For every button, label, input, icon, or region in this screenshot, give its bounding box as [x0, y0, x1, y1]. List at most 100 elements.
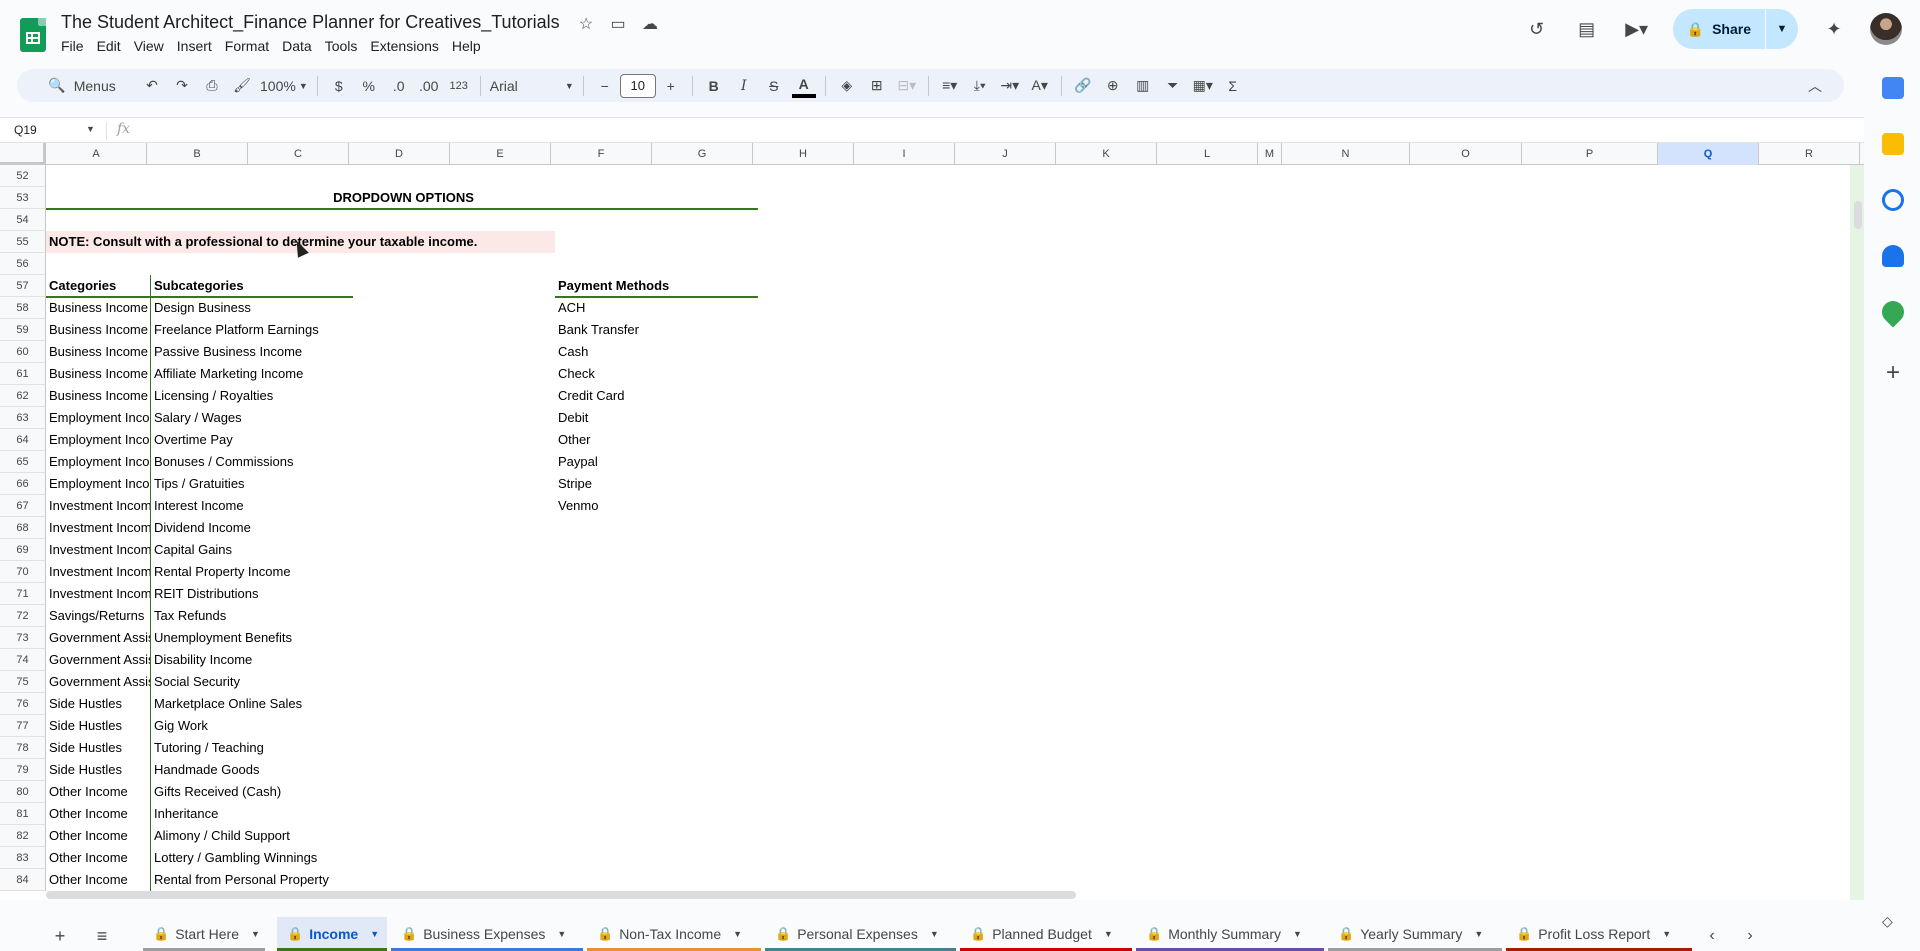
sheet-tab-yearly-summary[interactable]: 🔒 Yearly Summary ▼	[1328, 917, 1502, 951]
category-cell[interactable]: Business Income	[46, 297, 150, 319]
row-header-77[interactable]: 77	[0, 715, 46, 737]
subcategory-cell[interactable]: Licensing / Royalties	[151, 385, 451, 407]
category-cell[interactable]: Employment Income	[46, 473, 150, 495]
row-header-55[interactable]: 55	[0, 231, 46, 253]
payment-method-cell[interactable]: Other	[555, 429, 758, 451]
font-size-increase-button[interactable]: +	[659, 74, 683, 98]
column-header-a[interactable]: A	[46, 143, 147, 165]
select-all-corner[interactable]	[0, 143, 46, 165]
categories-header[interactable]: Categories	[46, 275, 147, 297]
sheet-tab-monthly-summary[interactable]: 🔒 Monthly Summary ▼	[1136, 917, 1324, 951]
category-cell[interactable]: Investment Income	[46, 561, 150, 583]
row-header-67[interactable]: 67	[0, 495, 46, 517]
row-header-74[interactable]: 74	[0, 649, 46, 671]
column-header-n[interactable]: N	[1282, 143, 1410, 165]
currency-format-button[interactable]: $	[327, 74, 351, 98]
row-header-68[interactable]: 68	[0, 517, 46, 539]
column-header-m[interactable]: M	[1258, 143, 1282, 165]
row-header-62[interactable]: 62	[0, 385, 46, 407]
sheet-tab-non-tax-income[interactable]: 🔒 Non-Tax Income ▼	[587, 917, 761, 951]
column-header-b[interactable]: B	[147, 143, 248, 165]
subcategory-cell[interactable]: Alimony / Child Support	[151, 825, 451, 847]
row-header-63[interactable]: 63	[0, 407, 46, 429]
payment-method-cell[interactable]: Cash	[555, 341, 758, 363]
document-title[interactable]: The Student Architect_Finance Planner fo…	[61, 12, 560, 33]
chevron-down-icon[interactable]: ▼	[930, 929, 939, 939]
category-cell[interactable]: Side Hustles	[46, 759, 150, 781]
horizontal-scrollbar[interactable]	[46, 891, 1076, 899]
row-header-60[interactable]: 60	[0, 341, 46, 363]
comments-icon[interactable]: ▤	[1573, 15, 1601, 43]
menu-insert[interactable]: Insert	[177, 37, 220, 55]
column-header-q[interactable]: Q	[1658, 143, 1759, 165]
column-header-p[interactable]: P	[1522, 143, 1658, 165]
row-header-84[interactable]: 84	[0, 869, 46, 891]
menu-extensions[interactable]: Extensions	[370, 37, 446, 55]
chevron-down-icon[interactable]: ▼	[251, 929, 260, 939]
add-sheet-icon[interactable]: +	[48, 924, 72, 948]
calendar-icon[interactable]	[1882, 77, 1904, 99]
gemini-icon[interactable]: ✦	[1820, 15, 1848, 43]
row-header-79[interactable]: 79	[0, 759, 46, 781]
payment-methods-header[interactable]: Payment Methods	[555, 275, 758, 297]
subcategory-cell[interactable]: Gig Work	[151, 715, 451, 737]
functions-button[interactable]: Σ	[1221, 74, 1245, 98]
filter-views-icon[interactable]: ▦▾	[1191, 74, 1215, 98]
search-menus[interactable]: 🔍 Menus	[30, 73, 134, 99]
menu-data[interactable]: Data	[282, 37, 320, 55]
column-header-k[interactable]: K	[1056, 143, 1157, 165]
row-header-75[interactable]: 75	[0, 671, 46, 693]
row-header-65[interactable]: 65	[0, 451, 46, 473]
vertical-scrollbar[interactable]	[1854, 201, 1862, 229]
category-cell[interactable]: Business Income	[46, 385, 150, 407]
vertical-align-icon[interactable]: ⤓▾	[968, 74, 992, 98]
sheet-tab-planned-budget[interactable]: 🔒 Planned Budget ▼	[960, 917, 1132, 951]
row-header-72[interactable]: 72	[0, 605, 46, 627]
increase-decimal-button[interactable]: .00	[417, 74, 441, 98]
sheet-tab-business-expenses[interactable]: 🔒 Business Expenses ▼	[391, 917, 583, 951]
version-history-icon[interactable]: ↺	[1523, 15, 1551, 43]
subcategory-cell[interactable]: Design Business	[151, 297, 451, 319]
subcategory-cell[interactable]: Affiliate Marketing Income	[151, 363, 451, 385]
payment-method-cell[interactable]: Credit Card	[555, 385, 758, 407]
name-box[interactable]: Q19	[14, 123, 94, 137]
subcategory-cell[interactable]: Overtime Pay	[151, 429, 451, 451]
sheet-tab-start-here[interactable]: 🔒 Start Here ▼	[143, 917, 265, 951]
borders-icon[interactable]: ⊞	[865, 74, 889, 98]
row-header-56[interactable]: 56	[0, 253, 46, 275]
category-cell[interactable]: Side Hustles	[46, 737, 150, 759]
move-folder-icon[interactable]: ▭	[607, 13, 629, 35]
category-cell[interactable]: Other Income	[46, 781, 150, 803]
subcategory-cell[interactable]: Interest Income	[151, 495, 451, 517]
row-header-66[interactable]: 66	[0, 473, 46, 495]
collapse-toolbar-icon[interactable]: ︿	[1803, 74, 1827, 98]
category-cell[interactable]: Government Assistance	[46, 627, 150, 649]
subcategory-cell[interactable]: Rental from Personal Property	[151, 869, 451, 891]
category-cell[interactable]: Business Income	[46, 341, 150, 363]
subcategory-cell[interactable]: Tutoring / Teaching	[151, 737, 451, 759]
sheet-tab-personal-expenses[interactable]: 🔒 Personal Expenses ▼	[765, 917, 956, 951]
meet-icon[interactable]: ▶▾	[1623, 15, 1651, 43]
row-header-70[interactable]: 70	[0, 561, 46, 583]
column-header-j[interactable]: J	[955, 143, 1056, 165]
row-header-83[interactable]: 83	[0, 847, 46, 869]
sheet-grid[interactable]: ABCDEFGHIJKLMNOPQR 52 53 54 55 56 57 58 59 60 61 6…	[0, 143, 1864, 900]
category-cell[interactable]: Business Income	[46, 319, 150, 341]
category-cell[interactable]: Business Income	[46, 363, 150, 385]
dropdown-options-title[interactable]: DROPDOWN OPTIONS	[46, 187, 758, 209]
scroll-tabs-left-icon[interactable]: ‹	[1700, 924, 1724, 948]
star-icon[interactable]: ☆	[575, 13, 597, 35]
subcategory-cell[interactable]: Rental Property Income	[151, 561, 451, 583]
column-header-c[interactable]: C	[248, 143, 349, 165]
strikethrough-button[interactable]: S	[762, 74, 786, 98]
chevron-down-icon[interactable]: ▼	[86, 124, 95, 134]
row-header-82[interactable]: 82	[0, 825, 46, 847]
sheets-logo-icon[interactable]	[20, 18, 46, 52]
horizontal-align-icon[interactable]: ≡▾	[938, 74, 962, 98]
column-header-l[interactable]: L	[1157, 143, 1258, 165]
payment-method-cell[interactable]: Debit	[555, 407, 758, 429]
subcategory-cell[interactable]: Salary / Wages	[151, 407, 451, 429]
category-cell[interactable]: Savings/Returns	[46, 605, 150, 627]
sheet-tab-income[interactable]: 🔒 Income ▼	[277, 917, 387, 951]
sheet-tab-profit-loss-report[interactable]: 🔒 Profit Loss Report ▼	[1506, 917, 1692, 951]
